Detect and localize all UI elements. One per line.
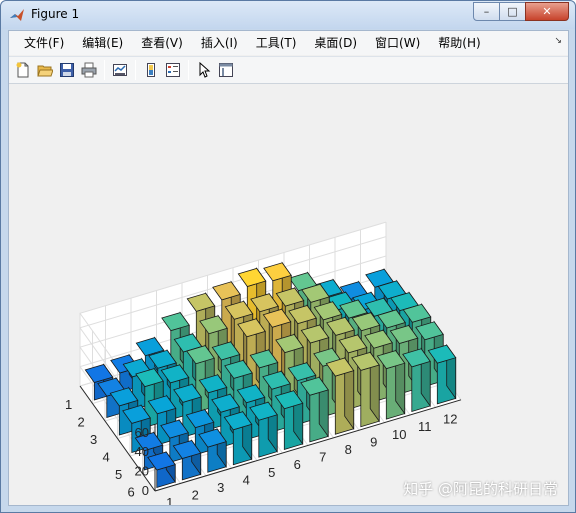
col-tick-label: 5 [268, 465, 275, 480]
title-bar[interactable]: Figure 1 – □ ✕ [1, 1, 575, 29]
z-tick-label: 40 [135, 444, 149, 459]
menu-desktop[interactable]: 桌面(D) [305, 32, 366, 54]
maximize-icon: □ [507, 5, 518, 18]
col-tick-label: 4 [243, 472, 250, 487]
menu-file[interactable]: 文件(F) [15, 32, 73, 54]
open-file-icon [37, 65, 53, 77]
toolbar-separator [104, 60, 105, 80]
col-tick-label: 11 [418, 419, 432, 434]
row-tick-label: 1 [65, 397, 72, 412]
save-icon [60, 63, 74, 77]
col-tick-label: 2 [192, 488, 199, 503]
open-file-button[interactable] [34, 59, 56, 81]
row-tick-label: 5 [115, 467, 122, 482]
menu-edit[interactable]: 编辑(E) [73, 32, 132, 54]
col-tick-label: 9 [370, 434, 377, 449]
figure-client-area: 文件(F) 编辑(E) 查看(V) 插入(I) 工具(T) 桌面(D) 窗口(W… [8, 30, 569, 506]
minimize-icon: – [483, 5, 490, 18]
property-inspector-button[interactable] [215, 59, 237, 81]
close-icon: ✕ [542, 5, 552, 18]
property-inspector-icon [219, 63, 233, 77]
print-icon [81, 62, 97, 78]
toolbar-separator [135, 60, 136, 80]
figure-canvas[interactable]: 0 20 40 60 1 2 3 4 5 6 1 2 3 4 5 6 7 8 9 10 11 12 知乎 @阿昆的科研日常 [9, 85, 568, 505]
maximize-button[interactable]: □ [499, 2, 526, 21]
z-tick-label: 0 [142, 483, 149, 498]
menu-bar: 文件(F) 编辑(E) 查看(V) 插入(I) 工具(T) 桌面(D) 窗口(W… [9, 31, 568, 55]
insert-legend-icon [166, 63, 180, 77]
minimize-button[interactable]: – [473, 2, 500, 21]
menu-overflow-icon[interactable]: ↘ [554, 36, 562, 46]
col-tick-label: 8 [345, 442, 352, 457]
z-tick-label: 60 [135, 425, 149, 440]
figure-toolbar [9, 56, 568, 84]
figure-window: Figure 1 – □ ✕ 文件(F) 编辑(E) 查看(V) 插入(I) 工… [0, 0, 576, 513]
watermark-text: 知乎 @阿昆的科研日常 [403, 480, 558, 498]
row-tick-label: 6 [128, 484, 135, 499]
bar3-plot[interactable]: 0204060123456123456789101112 [9, 85, 568, 505]
save-button[interactable] [56, 59, 78, 81]
col-tick-label: 6 [294, 457, 301, 472]
close-button[interactable]: ✕ [525, 2, 569, 21]
row-tick-label: 4 [103, 449, 110, 464]
row-tick-label: 3 [90, 432, 97, 447]
col-tick-label: 12 [443, 412, 457, 427]
insert-legend-button[interactable] [162, 59, 184, 81]
link-plot-icon [113, 64, 127, 76]
col-tick-label: 10 [392, 427, 406, 442]
z-tick-label: 20 [135, 464, 149, 479]
new-figure-icon [16, 62, 29, 78]
row-tick-label: 2 [78, 414, 85, 429]
col-tick-label: 3 [217, 480, 224, 495]
menu-tools[interactable]: 工具(T) [247, 32, 306, 54]
menu-help[interactable]: 帮助(H) [429, 32, 489, 54]
link-plot-button[interactable] [109, 59, 131, 81]
toolbar-separator [188, 60, 189, 80]
matlab-logo-icon [9, 7, 25, 23]
menu-insert[interactable]: 插入(I) [192, 32, 247, 54]
window-title: Figure 1 [31, 7, 80, 21]
col-tick-label: 1 [166, 495, 173, 505]
edit-plot-button[interactable] [193, 59, 215, 81]
insert-colorbar-button[interactable] [140, 59, 162, 81]
menu-view[interactable]: 查看(V) [132, 32, 192, 54]
new-figure-button[interactable] [12, 59, 34, 81]
col-tick-label: 7 [319, 450, 326, 465]
window-controls: – □ ✕ [473, 2, 569, 21]
print-button[interactable] [78, 59, 100, 81]
menu-window[interactable]: 窗口(W) [366, 32, 429, 54]
edit-plot-icon [199, 62, 211, 78]
insert-colorbar-icon [147, 63, 155, 77]
